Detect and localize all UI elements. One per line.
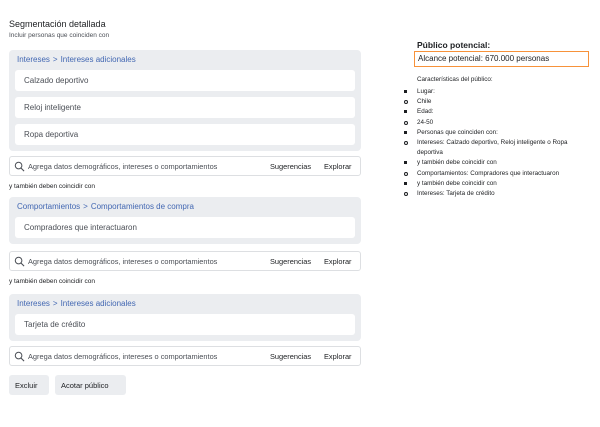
targeting-search-bar[interactable]: Agrega datos demográficos, intereses o c… [9, 251, 361, 271]
breadcrumb-category-link[interactable]: Comportamientos [17, 202, 80, 211]
breadcrumb-category-link[interactable]: Intereses [17, 55, 50, 64]
targeting-item[interactable]: Compradores que interactuaron [15, 217, 355, 238]
characteristic-text: Comportamientos: Compradores que interac… [417, 169, 560, 177]
search-input[interactable]: Agrega datos demográficos, intereses o c… [28, 162, 217, 171]
characteristic-item: Edad: [404, 107, 594, 117]
bullet-icon [404, 110, 407, 114]
characteristic-text: y también debe coincidir con [417, 159, 497, 167]
characteristic-text: Personas que coinciden con: [417, 128, 498, 136]
bullet-icon [404, 141, 408, 146]
search-input[interactable]: Agrega datos demográficos, intereses o c… [28, 257, 217, 266]
characteristic-item: Comportamientos: Compradores que interac… [404, 169, 594, 179]
group-breadcrumb: Intereses > Intereses adicionales [9, 294, 361, 314]
characteristic-text: Chile [417, 98, 432, 106]
breadcrumb-subcategory-link[interactable]: Intereses adicionales [61, 299, 136, 308]
explore-link[interactable]: Explorar [324, 257, 352, 266]
characteristic-item: Intereses: Calzado deportivo, Reloj inte… [404, 138, 594, 158]
exclude-button[interactable]: Excluir [9, 375, 49, 395]
characteristic-text: Intereses: Tarjeta de crédito [417, 190, 495, 198]
audience-characteristics-title: Características del público: [417, 76, 493, 83]
bullet-icon [404, 130, 407, 134]
breadcrumb-separator: > [52, 299, 58, 308]
audience-characteristics-list: Lugar: Chile Edad: 24-50 Personas que co… [404, 87, 594, 199]
characteristic-text: Intereses: Calzado deportivo, Reloj inte… [417, 139, 568, 157]
suggestions-link[interactable]: Sugerencias [270, 162, 311, 171]
targeting-group: Intereses > Intereses adicionales Tarjeta … [9, 294, 361, 341]
potential-audience-title: Público potencial: [417, 40, 491, 50]
suggestions-link[interactable]: Sugerencias [270, 352, 311, 361]
bullet-icon [404, 100, 408, 105]
targeting-item[interactable]: Reloj inteligente [15, 97, 355, 118]
characteristic-item: Personas que coinciden con: [404, 128, 594, 138]
breadcrumb-separator: > [52, 55, 58, 64]
explore-link[interactable]: Explorar [324, 352, 352, 361]
breadcrumb-separator: > [83, 202, 88, 211]
search-icon [14, 256, 25, 267]
potential-reach: Alcance potencial: 670.000 personas [414, 51, 589, 67]
targeting-item[interactable]: Ropa deportiva [15, 124, 355, 145]
bullet-icon [404, 161, 407, 165]
bullet-icon [404, 90, 407, 93]
characteristic-item: y también debe coincidir con [404, 179, 594, 189]
bullet-icon [404, 120, 408, 125]
search-icon [14, 351, 25, 362]
characteristic-item: Lugar: [404, 87, 594, 97]
breadcrumb-category-link[interactable]: Intereses [17, 299, 50, 308]
characteristic-item: Chile [404, 97, 594, 107]
explore-link[interactable]: Explorar [324, 162, 352, 171]
breadcrumb-subcategory-link[interactable]: Intereses adicionales [61, 55, 136, 64]
bullet-icon [404, 171, 408, 176]
targeting-search-bar[interactable]: Agrega datos demográficos, intereses o c… [9, 346, 361, 366]
targeting-item[interactable]: Tarjeta de crédito [15, 314, 355, 335]
characteristic-text: y también debe coincidir con [417, 179, 497, 187]
targeting-item[interactable]: Calzado deportivo [15, 70, 355, 91]
targeting-group: Intereses > Intereses adicionales Calzado … [9, 50, 361, 151]
characteristic-text: 24-50 [417, 118, 434, 126]
characteristic-item: Intereses: Tarjeta de crédito [404, 189, 594, 199]
characteristic-text: Lugar: [417, 88, 435, 95]
detailed-targeting-title: Segmentación detallada [9, 19, 106, 29]
bullet-icon [404, 192, 408, 197]
and-also-match-label: y también deben coincidir con [9, 278, 95, 285]
targeting-group: Comportamientos > Comportamientos de compr… [9, 197, 361, 244]
characteristic-text: Edad: [417, 108, 434, 116]
bullet-icon [404, 181, 407, 185]
narrow-audience-button[interactable]: Acotar público [55, 375, 126, 395]
search-icon [14, 161, 25, 172]
search-input[interactable]: Agrega datos demográficos, intereses o c… [28, 352, 217, 361]
detailed-targeting-subtitle: Incluir personas que coinciden con [9, 32, 110, 39]
group-breadcrumb: Intereses > Intereses adicionales [9, 50, 361, 70]
targeting-search-bar[interactable]: Agrega datos demográficos, intereses o c… [9, 156, 361, 176]
characteristic-item: 24-50 [404, 118, 594, 128]
group-breadcrumb: Comportamientos > Comportamientos de compr… [9, 197, 361, 217]
and-also-match-label: y también deben coincidir con [9, 183, 95, 190]
suggestions-link[interactable]: Sugerencias [270, 257, 311, 266]
breadcrumb-subcategory-link[interactable]: Comportamientos de compra [91, 202, 194, 211]
characteristic-item: y también debe coincidir con [404, 158, 594, 168]
